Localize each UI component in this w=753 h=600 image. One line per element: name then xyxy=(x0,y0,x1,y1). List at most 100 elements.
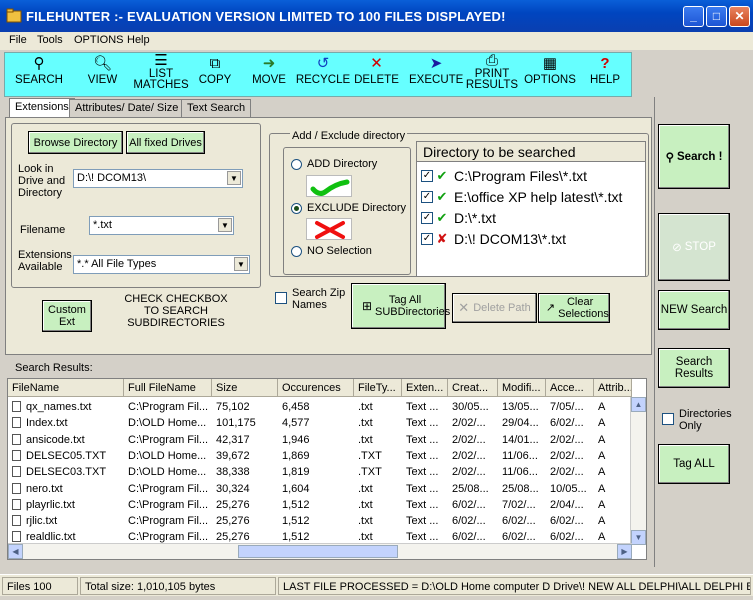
scroll-thumb[interactable] xyxy=(238,545,398,558)
new-search-button[interactable]: NEW Search xyxy=(658,290,730,330)
list-item[interactable]: ✓ ✘ D:\! DCOM13\*.txt xyxy=(421,229,566,249)
table-cell-text: realdlic.txt xyxy=(26,531,76,544)
search-results-button[interactable]: Search Results xyxy=(658,348,730,388)
browse-directory-button[interactable]: Browse Directory xyxy=(28,131,123,154)
all-fixed-drives-button[interactable]: All fixed Drives xyxy=(126,131,205,154)
table-cell: C:\Program Fil... xyxy=(124,432,212,448)
column-header[interactable]: Full FileName xyxy=(124,379,212,397)
copy-toolbar-button[interactable]: ⧉ COPY xyxy=(195,53,235,98)
table-cell-text: A xyxy=(598,515,606,528)
directories-only-label: Directories Only xyxy=(679,408,732,432)
list-item-checkbox[interactable]: ✓ xyxy=(421,170,433,182)
horizontal-scrollbar[interactable]: ◀ ▶ xyxy=(8,543,632,559)
tag-all-subdirectories-button[interactable]: ⊞ Tag All SUBDirectories xyxy=(351,283,450,329)
directories-only-checkbox[interactable] xyxy=(662,413,674,425)
cross-icon: ✘ xyxy=(436,231,448,246)
list-icon: ☰ xyxy=(154,52,168,69)
table-cell: 2/02/... xyxy=(448,448,498,464)
execute-toolbar-button[interactable]: ➤ EXECUTE xyxy=(409,53,463,98)
scroll-down-icon[interactable]: ▼ xyxy=(631,530,646,545)
list-item[interactable]: ✓ ✔ E:\office XP help latest\*.txt xyxy=(421,187,622,207)
stop-button[interactable]: ⊘ STOP xyxy=(658,213,730,281)
options-toolbar-button[interactable]: ▦ OPTIONS xyxy=(523,53,577,98)
move-toolbar-button[interactable]: ➜ MOVE xyxy=(249,53,289,98)
table-cell: 2/02/... xyxy=(448,432,498,448)
chevron-down-icon[interactable]: ▼ xyxy=(234,257,248,271)
menu-options[interactable]: OPTIONS xyxy=(74,34,124,46)
table-cell: 7/02/... xyxy=(498,497,546,513)
search-button[interactable]: ⚲ Search ! xyxy=(658,124,730,189)
table-cell: 1,512 xyxy=(278,513,354,529)
table-cell-text: 2/02/... xyxy=(452,449,486,462)
delete-toolbar-button[interactable]: ✕ DELETE xyxy=(354,53,399,98)
column-header[interactable]: Occurences xyxy=(278,379,354,397)
list-matches-toolbar-button[interactable]: ☰ LIST MATCHES xyxy=(133,53,189,98)
chevron-down-icon[interactable]: ▼ xyxy=(227,171,241,185)
print-results-toolbar-button[interactable]: ⎙ PRINT RESULTS xyxy=(465,53,519,98)
tab-text-search[interactable]: Text Search xyxy=(181,99,252,117)
table-cell: 10/05... xyxy=(546,481,594,497)
table-cell: DELSEC03.TXT xyxy=(8,464,124,480)
search-zip-checkbox[interactable] xyxy=(275,292,287,304)
scroll-right-icon[interactable]: ▶ xyxy=(617,544,632,559)
column-header[interactable]: Attrib... xyxy=(594,379,632,397)
column-header[interactable]: FileTy... xyxy=(354,379,402,397)
table-cell: 25,276 xyxy=(212,513,278,529)
table-cell-text: .TXT xyxy=(358,449,382,462)
table-cell: DELSEC05.TXT xyxy=(8,448,124,464)
table-cell: 25/08... xyxy=(448,481,498,497)
scroll-left-icon[interactable]: ◀ xyxy=(8,544,23,559)
list-item[interactable]: ✓ ✔ C:\Program Files\*.txt xyxy=(421,166,587,186)
scroll-up-icon[interactable]: ▲ xyxy=(631,397,646,412)
table-cell-text: 11/06... xyxy=(502,449,538,462)
tag-all-button[interactable]: Tag ALL xyxy=(658,444,730,484)
status-files: Files 100 xyxy=(2,577,78,595)
help-toolbar-button[interactable]: ? HELP xyxy=(585,53,625,98)
filename-combo[interactable]: *.txt ▼ xyxy=(89,216,234,235)
custom-ext-button[interactable]: Custom Ext xyxy=(42,300,92,332)
clear-selections-button[interactable]: ↗ Clear Selections xyxy=(538,293,610,323)
add-directory-radio[interactable] xyxy=(291,159,302,170)
look-in-combo[interactable]: D:\! DCOM13\ ▼ xyxy=(73,169,243,188)
minimize-button[interactable]: _ xyxy=(683,6,704,27)
tab-attributes[interactable]: Attributes/ Date/ Size xyxy=(69,99,185,117)
column-header[interactable]: FileName xyxy=(8,379,124,397)
table-cell-text: 42,317 xyxy=(216,433,250,446)
menu-help[interactable]: Help xyxy=(127,34,150,46)
table-cell: C:\Program Fil... xyxy=(124,481,212,497)
vertical-scrollbar[interactable]: ▲ ▼ xyxy=(630,397,646,545)
recycle-toolbar-button[interactable]: ↺ RECYCLE xyxy=(293,53,353,98)
tab-extensions[interactable]: Extensions xyxy=(9,98,75,118)
column-header[interactable]: Size xyxy=(212,379,278,397)
maximize-button[interactable]: □ xyxy=(706,6,727,27)
table-cell-text: rjlic.txt xyxy=(26,515,58,528)
column-header[interactable]: Exten... xyxy=(402,379,448,397)
list-item-checkbox[interactable]: ✓ xyxy=(421,212,433,224)
column-header[interactable]: Acce... xyxy=(546,379,594,397)
chevron-down-icon[interactable]: ▼ xyxy=(218,218,232,232)
table-cell-text: 14/01... xyxy=(502,433,539,446)
no-selection-radio[interactable] xyxy=(291,246,302,257)
column-header[interactable]: Creat... xyxy=(448,379,498,397)
table-cell: 29/04... xyxy=(498,415,546,431)
extensions-combo[interactable]: *.* All File Types ▼ xyxy=(73,255,250,274)
menu-file[interactable]: File xyxy=(9,34,27,46)
column-header[interactable]: Modifi... xyxy=(498,379,546,397)
list-item-checkbox[interactable]: ✓ xyxy=(421,191,433,203)
list-item-checkbox[interactable]: ✓ xyxy=(421,233,433,245)
menu-tools[interactable]: Tools xyxy=(37,34,63,46)
delete-path-button[interactable]: ✕ Delete Path xyxy=(452,293,537,323)
look-in-label: Look in Drive and Directory xyxy=(18,163,66,199)
exclude-directory-radio[interactable] xyxy=(291,203,302,214)
stop-icon: ⊘ xyxy=(672,242,682,254)
table-cell: 7/05/... xyxy=(546,399,594,415)
table-cell: ansicode.txt xyxy=(8,432,124,448)
view-toolbar-button[interactable]: 🔍︎ VIEW xyxy=(80,53,125,98)
list-item[interactable]: ✓ ✔ D:\*.txt xyxy=(421,208,496,228)
close-button[interactable]: ✕ xyxy=(729,6,750,27)
status-last-file: LAST FILE PROCESSED = D:\OLD Home comput… xyxy=(278,577,751,595)
search-toolbar-button[interactable]: ⚲ SEARCH xyxy=(13,53,65,98)
table-cell-text: ansicode.txt xyxy=(26,433,85,446)
table-cell: Text ... xyxy=(402,464,448,480)
add-exclude-title: Add / Exclude directory xyxy=(290,130,408,142)
